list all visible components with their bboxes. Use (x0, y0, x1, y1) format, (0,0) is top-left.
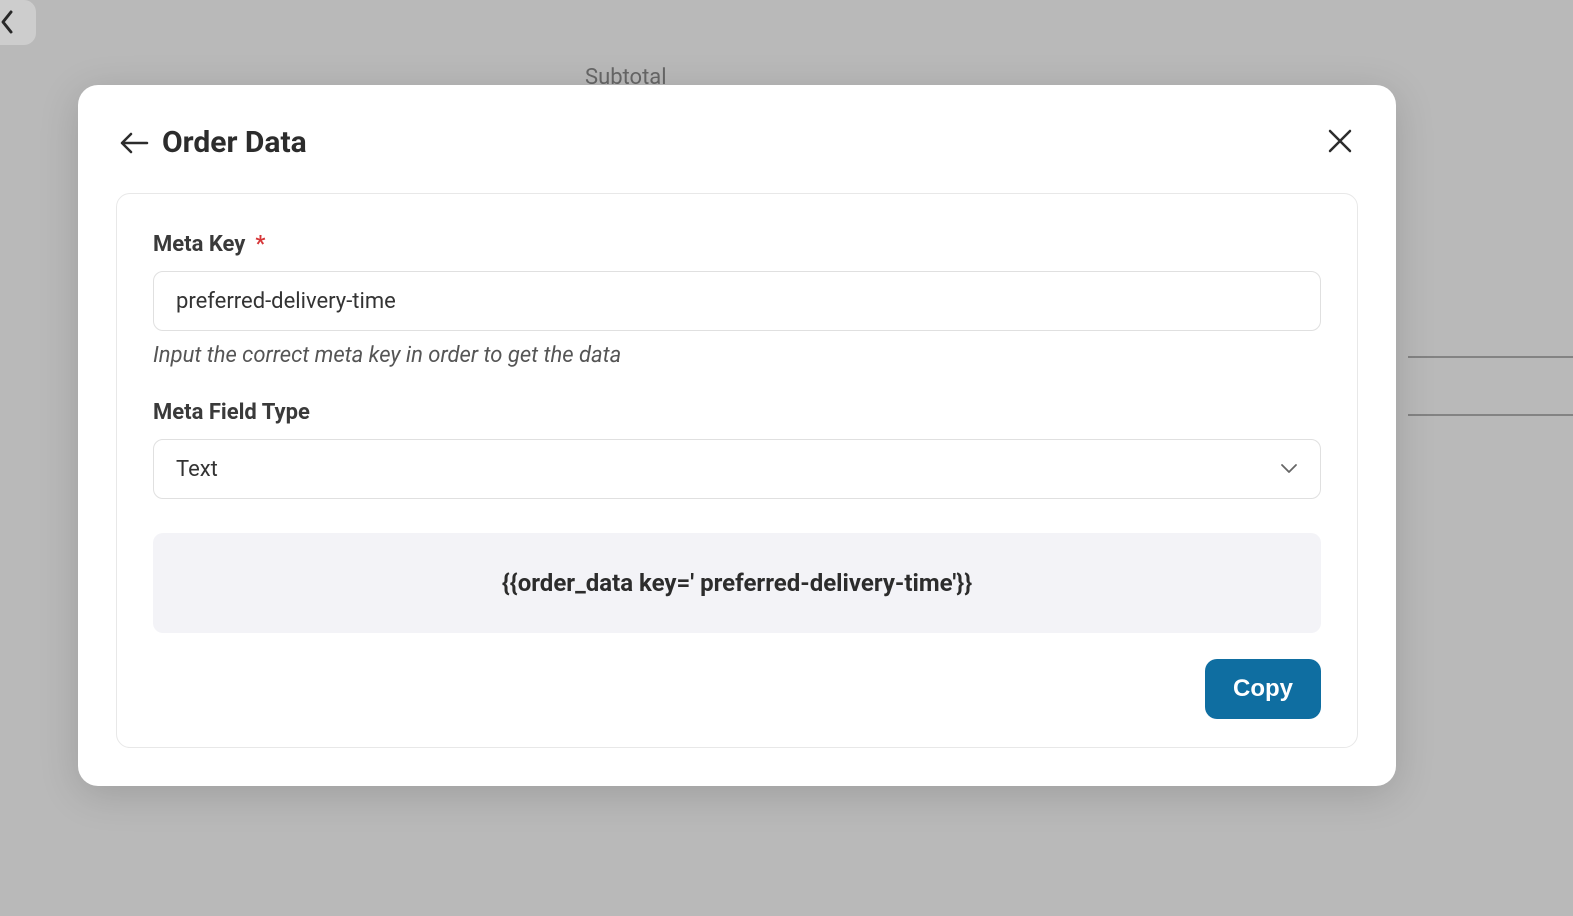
order-data-modal: Order Data Meta Key * Input the correct … (78, 85, 1396, 786)
back-button[interactable] (118, 127, 150, 159)
meta-field-type-label: Meta Field Type (153, 400, 1321, 425)
meta-key-input[interactable] (153, 271, 1321, 331)
copy-row: Copy (153, 659, 1321, 719)
modal-title: Order Data (162, 125, 307, 160)
modal-header: Order Data (78, 85, 1396, 168)
required-indicator: * (255, 232, 265, 257)
close-icon (1327, 128, 1353, 154)
meta-field-type-selected: Text (176, 457, 218, 482)
meta-field-type-select-wrap: Text (153, 439, 1321, 499)
meta-field-type-label-text: Meta Field Type (153, 400, 310, 425)
meta-key-label: Meta Key * (153, 232, 1321, 257)
chevron-down-icon (1280, 463, 1298, 475)
arrow-left-icon (119, 131, 149, 155)
form-panel: Meta Key * Input the correct meta key in… (116, 193, 1358, 748)
copy-button[interactable]: Copy (1205, 659, 1321, 719)
meta-field-type-select[interactable]: Text (153, 439, 1321, 499)
close-button[interactable] (1324, 125, 1356, 157)
meta-key-help: Input the correct meta key in order to g… (153, 343, 1321, 368)
code-snippet-box: {{order_data key=' preferred-delivery-ti… (153, 533, 1321, 633)
meta-key-label-text: Meta Key (153, 232, 245, 257)
